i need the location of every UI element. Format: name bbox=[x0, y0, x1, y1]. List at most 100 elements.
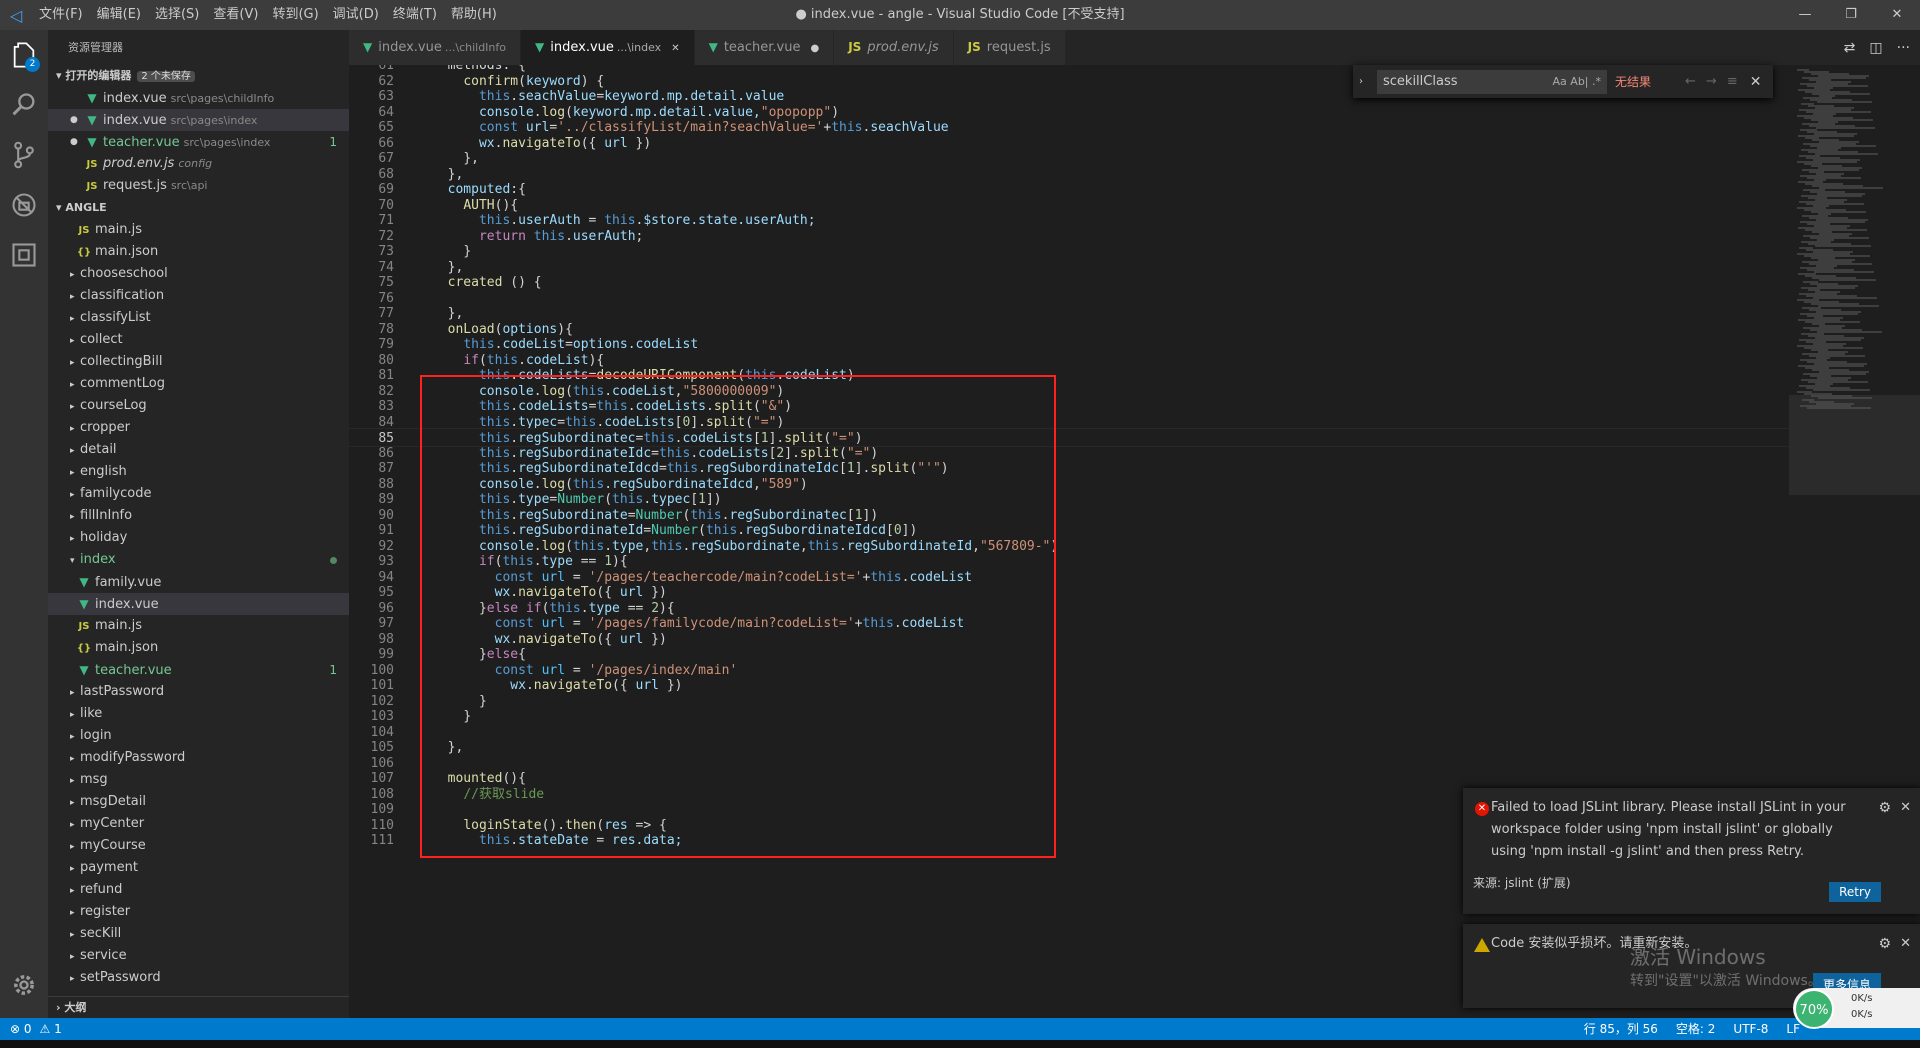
file-path[interactable]: config bbox=[178, 157, 212, 170]
chevron-right-icon[interactable]: ▸ bbox=[70, 462, 80, 484]
chevron-right-icon[interactable]: ▸ bbox=[70, 528, 80, 550]
tree-item-label[interactable]: service bbox=[80, 948, 127, 963]
folder-item[interactable]: ▸ modifyPassword bbox=[48, 747, 349, 769]
tree-item-label[interactable]: main.json bbox=[95, 640, 158, 655]
js-file-icon[interactable]: JS bbox=[84, 176, 100, 198]
chevron-right-icon[interactable]: ▸ bbox=[70, 770, 80, 792]
js-file-icon[interactable]: JS bbox=[848, 40, 861, 54]
tree-item-label[interactable]: lastPassword bbox=[80, 684, 164, 699]
code-token[interactable]: . bbox=[510, 833, 518, 848]
minimap-line[interactable] bbox=[1817, 101, 1872, 103]
minimap-slider[interactable] bbox=[1789, 395, 1920, 495]
folder-item[interactable]: ▸ detail bbox=[48, 439, 349, 461]
folder-item[interactable]: ▸ fillInInfo bbox=[48, 505, 349, 527]
menu-item[interactable]: 选择(S) bbox=[148, 0, 206, 30]
folder-item[interactable]: ▸ like bbox=[48, 703, 349, 725]
menu-item[interactable]: 查看(V) bbox=[206, 0, 265, 30]
folder-item[interactable]: ▸ courseLog bbox=[48, 395, 349, 417]
folder-item[interactable]: ▸ classifyList bbox=[48, 307, 349, 329]
file-item[interactable]: ▼ family.vue bbox=[48, 571, 349, 593]
tree-item-label[interactable]: like bbox=[80, 706, 102, 721]
code-token[interactable]: this bbox=[479, 833, 510, 848]
chevron-right-icon[interactable]: ▸ bbox=[70, 396, 80, 418]
tree-item-label[interactable]: msgDetail bbox=[80, 794, 146, 809]
file-item[interactable]: JS main.js bbox=[48, 219, 349, 241]
file-path[interactable]: src\api bbox=[171, 179, 208, 192]
modified-dot-icon[interactable] bbox=[330, 557, 337, 564]
tab-label[interactable]: index.vue bbox=[378, 40, 442, 55]
folder-item[interactable]: ▸ payment bbox=[48, 857, 349, 879]
vue-file-icon[interactable]: ▼ bbox=[76, 571, 92, 593]
code-token[interactable]: .data; bbox=[636, 833, 683, 848]
unsaved-dot-icon[interactable]: ● bbox=[70, 131, 78, 153]
file-item[interactable]: JS main.js bbox=[48, 615, 349, 637]
menu-item[interactable]: 编辑(E) bbox=[90, 0, 148, 30]
folder-item[interactable]: ▸ myCourse bbox=[48, 835, 349, 857]
file-path[interactable]: src\pages\childInfo bbox=[171, 92, 275, 105]
tree-item-label[interactable]: detail bbox=[80, 442, 117, 457]
folder-item[interactable]: ▸ collectingBill bbox=[48, 351, 349, 373]
split-editor-icon[interactable]: ◫ bbox=[1869, 40, 1882, 56]
chevron-right-icon[interactable]: ▸ bbox=[70, 704, 80, 726]
tree-item-label[interactable]: modifyPassword bbox=[80, 750, 185, 765]
chevron-right-icon[interactable]: ▸ bbox=[70, 946, 80, 968]
notification-gear-icon[interactable]: ⚙ bbox=[1878, 800, 1891, 816]
close-tab-icon[interactable]: ✕ bbox=[671, 43, 679, 54]
workspace-header[interactable]: ▾ ANGLE bbox=[48, 197, 349, 219]
file-item[interactable]: {} main.json bbox=[48, 637, 349, 659]
menu-item[interactable]: 调试(D) bbox=[326, 0, 386, 30]
vue-file-icon[interactable]: ▼ bbox=[535, 40, 544, 54]
open-editor-item[interactable]: ● ▼ index.vue src\pages\index bbox=[48, 109, 349, 131]
menu-item[interactable]: 转到(G) bbox=[265, 0, 325, 30]
minimap-line[interactable] bbox=[1817, 331, 1882, 333]
tab-label[interactable]: index.vue bbox=[550, 40, 614, 55]
folder-item[interactable]: ▸ commentLog bbox=[48, 373, 349, 395]
editor-tab[interactable]: ▼ index.vue ...\childInfo bbox=[349, 30, 522, 65]
minimap-line[interactable] bbox=[1819, 279, 1876, 281]
minimap-line[interactable] bbox=[1815, 153, 1878, 155]
chevron-right-icon[interactable]: ▸ bbox=[70, 836, 80, 858]
previous-match-icon[interactable]: ← bbox=[1685, 74, 1696, 89]
find-in-selection-icon[interactable]: ≡ bbox=[1727, 74, 1738, 89]
tree-item-label[interactable]: index.vue bbox=[95, 597, 159, 612]
tree-item-label[interactable]: classifyList bbox=[80, 310, 151, 325]
vue-file-icon[interactable]: ▼ bbox=[76, 659, 92, 681]
tree-item-label[interactable]: msg bbox=[80, 772, 108, 787]
minimap-line[interactable] bbox=[1818, 305, 1879, 307]
tree-item-label[interactable]: myCourse bbox=[80, 838, 146, 853]
tree-item-label[interactable]: familycode bbox=[80, 486, 151, 501]
folder-item[interactable]: ▸ service bbox=[48, 945, 349, 967]
file-name[interactable]: index.vue bbox=[103, 113, 167, 128]
chevron-down-icon[interactable]: ▾ bbox=[70, 550, 80, 572]
indentation[interactable]: 空格: 2 bbox=[1676, 1018, 1716, 1040]
menu-item[interactable]: 终端(T) bbox=[386, 0, 444, 30]
minimap-line[interactable] bbox=[1818, 397, 1872, 399]
vue-file-icon[interactable]: ▼ bbox=[84, 87, 100, 109]
tab-description[interactable]: ...\index bbox=[617, 41, 661, 54]
minimap-line[interactable] bbox=[1813, 297, 1877, 299]
chevron-right-icon[interactable]: ▸ bbox=[70, 880, 80, 902]
problems-warnings[interactable]: ⚠ 1 bbox=[40, 1018, 62, 1040]
folder-item[interactable]: ▸ myCenter bbox=[48, 813, 349, 835]
folder-item[interactable]: ▸ familycode bbox=[48, 483, 349, 505]
vue-file-icon[interactable]: ▼ bbox=[84, 109, 100, 131]
explorer-icon[interactable]: 2 bbox=[0, 30, 48, 80]
js-file-icon[interactable]: JS bbox=[968, 40, 981, 54]
notification-close-icon[interactable]: ✕ bbox=[1900, 800, 1911, 815]
tree-item-label[interactable]: refund bbox=[80, 882, 122, 897]
code-token[interactable]: res bbox=[612, 833, 635, 848]
tree-item-label[interactable]: index bbox=[80, 552, 116, 567]
close-find-icon[interactable]: ✕ bbox=[1750, 74, 1762, 90]
tree-item-label[interactable]: main.js bbox=[95, 222, 142, 237]
restore-button[interactable]: ❐ bbox=[1828, 0, 1874, 30]
tree-item-label[interactable]: collectingBill bbox=[80, 354, 162, 369]
folder-item[interactable]: ▸ msg bbox=[48, 769, 349, 791]
minimap-line[interactable] bbox=[1807, 407, 1871, 409]
folder-item[interactable]: ▾ index bbox=[48, 549, 349, 571]
tab-label[interactable]: request.js bbox=[987, 40, 1051, 55]
editor-tab[interactable]: JS prod.env.js bbox=[834, 30, 954, 65]
tree-item-label[interactable]: payment bbox=[80, 860, 138, 875]
minimap-line[interactable] bbox=[1815, 245, 1871, 247]
folder-item[interactable]: ▸ cropper bbox=[48, 417, 349, 439]
folder-item[interactable]: ▸ classification bbox=[48, 285, 349, 307]
